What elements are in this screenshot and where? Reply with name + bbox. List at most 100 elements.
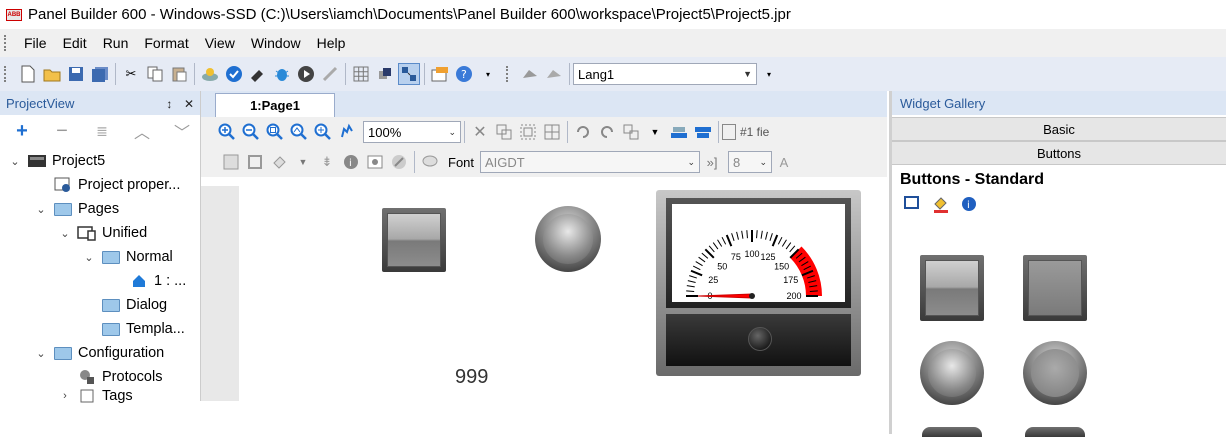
toolbar-overflow-icon[interactable]: ▾: [477, 63, 499, 85]
rotate-left-icon[interactable]: [572, 121, 594, 143]
move-up-icon[interactable]: ︿: [128, 119, 156, 143]
properties-icon[interactable]: [429, 63, 451, 85]
rename-icon[interactable]: ≣: [88, 123, 116, 140]
fill-color-icon[interactable]: [932, 195, 950, 217]
gallery-button-3[interactable]: [922, 427, 982, 437]
save-all-icon[interactable]: [89, 63, 111, 85]
toolbar-grip[interactable]: [4, 66, 8, 82]
frame-select-icon[interactable]: [904, 196, 922, 216]
fill-bucket-icon[interactable]: [268, 151, 290, 173]
ungroup-icon[interactable]: [517, 121, 539, 143]
tree-item-project5[interactable]: ⌄ Project5: [8, 149, 105, 173]
chevron-down-icon[interactable]: ⌄: [82, 251, 96, 264]
tree-item-unified[interactable]: ⌄ Unified: [58, 221, 147, 245]
tree-item-dialog[interactable]: Dialog: [82, 293, 167, 317]
zoom-out-icon[interactable]: [240, 121, 262, 143]
line-weight-icon[interactable]: ⇟: [316, 151, 338, 173]
help-icon[interactable]: ?: [453, 63, 475, 85]
gallery-category-buttons[interactable]: Buttons: [892, 141, 1226, 165]
chevron-down-icon[interactable]: ⌄: [34, 347, 48, 360]
gallery-round-button-1[interactable]: [920, 341, 984, 405]
zoom-hand-icon[interactable]: [336, 121, 358, 143]
cut-icon[interactable]: ✂: [120, 63, 142, 85]
menu-run[interactable]: Run: [95, 29, 137, 57]
delete-x-icon[interactable]: ✕: [469, 121, 491, 143]
bring-forward-icon[interactable]: [668, 121, 690, 143]
gallery-round-button-2[interactable]: [1023, 341, 1087, 405]
menu-format[interactable]: Format: [136, 29, 196, 57]
menu-view[interactable]: View: [197, 29, 243, 57]
info-icon[interactable]: i: [340, 151, 362, 173]
zoom-select[interactable]: 100% ⌄: [363, 121, 461, 143]
table-grid-icon[interactable]: [541, 121, 563, 143]
calculator-icon[interactable]: [220, 151, 242, 173]
canvas-round-button[interactable]: [535, 206, 601, 272]
pin-icon[interactable]: ↕: [166, 97, 172, 111]
comment-icon[interactable]: [419, 151, 441, 173]
gallery-square-button-1[interactable]: [920, 255, 984, 321]
group-icon[interactable]: [493, 121, 515, 143]
tree-item-page-1[interactable]: 1 : ...: [110, 269, 186, 293]
tree-item-templates[interactable]: Templa...: [82, 317, 185, 341]
sign-in-icon[interactable]: [519, 63, 541, 85]
copy-icon[interactable]: [144, 63, 166, 85]
debug-bug-icon[interactable]: [271, 63, 293, 85]
chevron-down-icon[interactable]: ⌄: [34, 203, 48, 216]
tab-page1[interactable]: 1:Page1: [215, 93, 335, 117]
menu-grip[interactable]: [4, 35, 8, 51]
canvas-square-button[interactable]: [382, 208, 446, 272]
menu-edit[interactable]: Edit: [55, 29, 95, 57]
gallery-square-button-2[interactable]: [1023, 255, 1087, 321]
zoom-selection-icon[interactable]: [312, 121, 334, 143]
canvas-numeric-field[interactable]: 999: [455, 366, 488, 389]
tree-item-normal[interactable]: ⌄ Normal: [82, 245, 172, 269]
tree-item-configuration[interactable]: ⌄ Configuration: [34, 341, 164, 365]
font-style-icon[interactable]: A: [773, 151, 795, 173]
send-backward-icon[interactable]: [692, 121, 714, 143]
snap-toggle-icon[interactable]: [398, 63, 420, 85]
add-icon[interactable]: +: [8, 120, 36, 143]
tree-item-protocols[interactable]: Protocols: [58, 365, 162, 389]
gallery-button-4[interactable]: [1025, 427, 1085, 437]
open-folder-icon[interactable]: [41, 63, 63, 85]
save-icon[interactable]: [65, 63, 87, 85]
zoom-in-icon[interactable]: [216, 121, 238, 143]
stop-disabled-icon[interactable]: [319, 63, 341, 85]
font-select[interactable]: AIGDT ⌄: [480, 151, 701, 173]
tree-item-tags[interactable]: › Tags: [58, 389, 132, 403]
chevron-right-icon[interactable]: ›: [58, 390, 72, 402]
play-icon[interactable]: [295, 63, 317, 85]
download-icon[interactable]: [199, 63, 221, 85]
font-size-select[interactable]: 8 ⌄: [728, 151, 773, 173]
language-select[interactable]: Lang1 ▼: [573, 63, 757, 85]
menu-file[interactable]: File: [16, 29, 55, 57]
layer-front-icon[interactable]: [374, 63, 396, 85]
tree-item-project-properties[interactable]: Project proper...: [34, 173, 180, 197]
align-icon[interactable]: [620, 121, 642, 143]
validate-check-icon[interactable]: [223, 63, 245, 85]
frame-icon[interactable]: [244, 151, 266, 173]
grid-icon[interactable]: [350, 63, 372, 85]
close-icon[interactable]: ✕: [184, 97, 194, 111]
chevron-down-icon[interactable]: ▼: [644, 121, 666, 143]
gallery-category-basic[interactable]: Basic: [892, 117, 1226, 141]
remove-icon[interactable]: −: [48, 120, 76, 143]
toolbar-overflow-icon[interactable]: ▾: [758, 63, 780, 85]
usb-key-icon[interactable]: [247, 63, 269, 85]
text-direction-icon[interactable]: »]: [701, 151, 723, 173]
page-canvas[interactable]: 0255075100125150175200 999: [201, 186, 887, 401]
paste-icon[interactable]: [168, 63, 190, 85]
menu-window[interactable]: Window: [243, 29, 309, 57]
menu-help[interactable]: Help: [309, 29, 354, 57]
zoom-page-icon[interactable]: [264, 121, 286, 143]
toolbar-grip[interactable]: [506, 66, 510, 82]
sign-out-icon[interactable]: [543, 63, 565, 85]
new-file-icon[interactable]: [17, 63, 39, 85]
chevron-down-icon[interactable]: ⌄: [8, 155, 22, 168]
canvas-gauge[interactable]: 0255075100125150175200: [656, 190, 861, 376]
disabled-icon[interactable]: [388, 151, 410, 173]
chevron-down-icon[interactable]: ⌄: [58, 227, 72, 240]
info-icon[interactable]: i: [960, 195, 978, 217]
move-down-icon[interactable]: ﹀: [168, 119, 196, 143]
zoom-fit-icon[interactable]: [288, 121, 310, 143]
